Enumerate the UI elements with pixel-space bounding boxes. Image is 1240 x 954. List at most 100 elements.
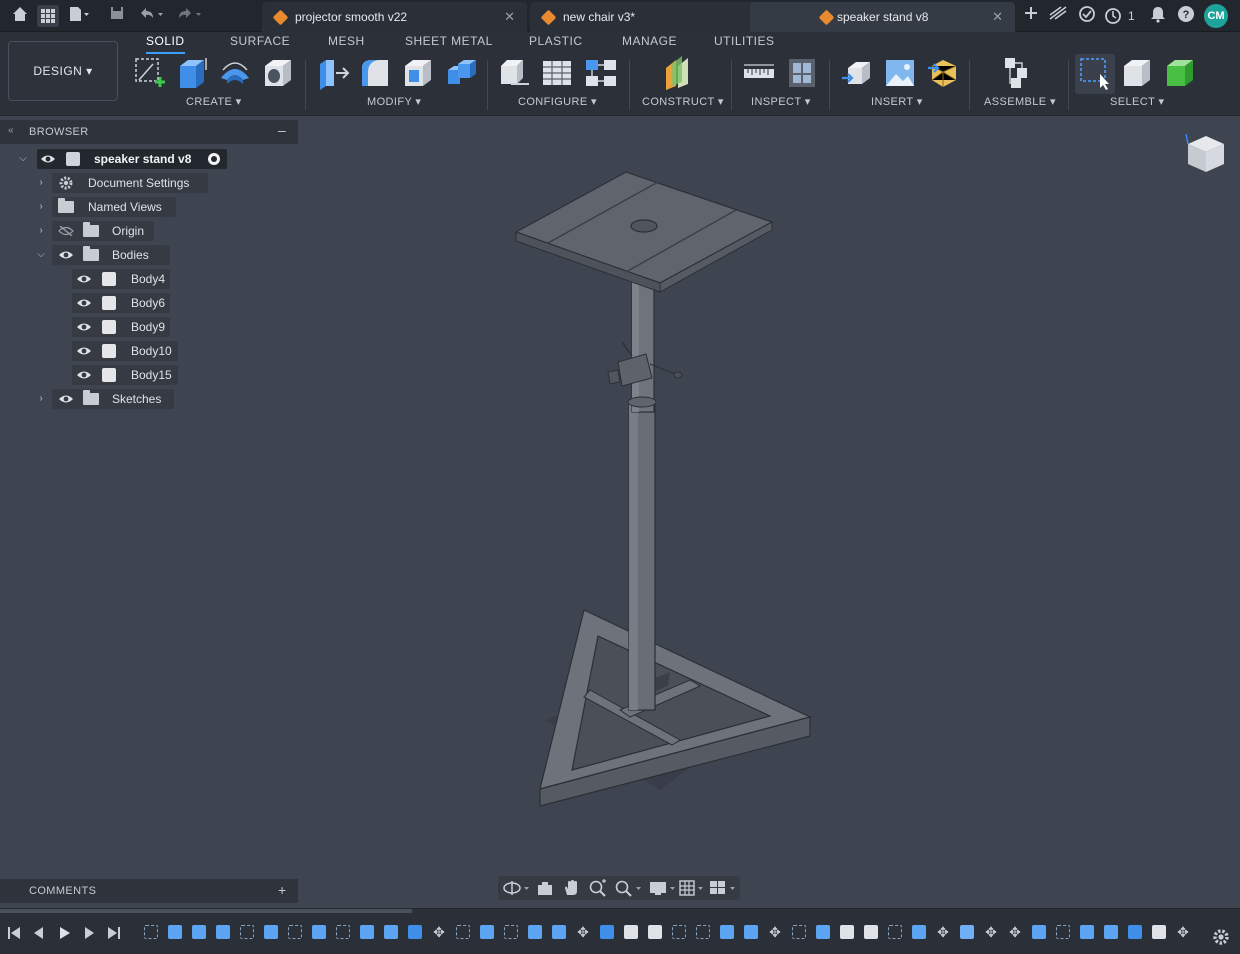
create-sketch-icon[interactable] — [133, 56, 167, 90]
file-menu-icon[interactable] — [68, 5, 90, 27]
timeline-extrude-feature-icon[interactable] — [1104, 925, 1118, 939]
collapse-panel-icon[interactable]: « — [8, 125, 14, 136]
timeline-move-feature-icon[interactable]: ✥ — [936, 925, 950, 939]
chevron-down-icon[interactable]: ⌵ — [16, 149, 30, 169]
timeline-extrude-feature-icon[interactable] — [816, 925, 830, 939]
zoom-icon[interactable] — [588, 879, 608, 897]
timeline-extrude-feature-icon[interactable] — [1080, 925, 1094, 939]
timeline-sketch-feature-icon[interactable] — [456, 925, 470, 939]
user-avatar[interactable]: CM — [1204, 4, 1228, 28]
chevron-down-icon[interactable]: ⌵ — [34, 245, 48, 265]
configure-design-icon[interactable] — [497, 56, 531, 90]
timeline-fillet-feature-icon[interactable] — [864, 925, 878, 939]
timeline-combine-feature-icon[interactable] — [1128, 925, 1142, 939]
chevron-right-icon[interactable]: › — [34, 173, 48, 193]
timeline-fillet-feature-icon[interactable] — [624, 925, 638, 939]
timeline-extrude-feature-icon[interactable] — [168, 925, 182, 939]
eye-visibility-icon[interactable] — [76, 274, 92, 284]
browser-item-body[interactable]: Body15 — [0, 365, 298, 385]
configuration-table-icon[interactable] — [540, 56, 574, 90]
insert-mesh-icon[interactable] — [926, 56, 960, 90]
close-icon[interactable]: ✕ — [504, 2, 515, 32]
zoom-window-icon[interactable] — [614, 879, 642, 897]
configure-rules-icon[interactable] — [584, 56, 618, 90]
pan-hand-icon[interactable] — [562, 879, 580, 897]
timeline-extrude-feature-icon[interactable] — [312, 925, 326, 939]
extrude-icon[interactable] — [176, 56, 210, 90]
select-face-icon[interactable] — [1163, 56, 1197, 90]
insert-menu[interactable]: INSERT ▾ — [871, 95, 923, 108]
tab-solid[interactable]: SOLID — [146, 34, 185, 54]
select-body-icon[interactable] — [1120, 56, 1154, 90]
timeline-sketch-feature-icon[interactable] — [240, 925, 254, 939]
eye-visibility-icon[interactable] — [76, 346, 92, 356]
eye-visibility-icon[interactable] — [58, 394, 74, 404]
shell-icon[interactable] — [401, 56, 435, 90]
timeline-extrude-feature-icon[interactable] — [192, 925, 206, 939]
combine-icon[interactable] — [444, 56, 478, 90]
save-icon[interactable] — [106, 5, 128, 27]
revolve-icon[interactable] — [218, 56, 252, 90]
measure-icon[interactable] — [742, 56, 776, 90]
chevron-right-icon[interactable]: › — [34, 221, 48, 241]
inspect-menu[interactable]: INSPECT ▾ — [751, 95, 811, 108]
browser-item-body[interactable]: Body6 — [0, 293, 298, 313]
timeline-extrude-feature-icon[interactable] — [912, 925, 926, 939]
eye-visibility-icon[interactable] — [76, 370, 92, 380]
browser-item-origin[interactable]: › Origin — [0, 221, 298, 241]
workspace-switcher-button[interactable]: DESIGN ▾ — [8, 41, 118, 101]
assemble-menu[interactable]: ASSEMBLE ▾ — [984, 95, 1056, 108]
timeline-sketch-feature-icon[interactable] — [792, 925, 806, 939]
tab-surface[interactable]: SURFACE — [230, 34, 290, 54]
add-comment-button[interactable]: + — [278, 882, 287, 898]
notifications-bell-icon[interactable] — [1147, 5, 1169, 27]
step-forward-icon[interactable] — [81, 925, 97, 941]
configure-menu[interactable]: CONFIGURE ▾ — [518, 95, 597, 108]
browser-item-body[interactable]: Body4 — [0, 269, 298, 289]
display-settings-icon[interactable] — [648, 879, 678, 897]
offset-plane-icon[interactable] — [662, 56, 696, 90]
close-icon[interactable]: ✕ — [992, 2, 1003, 32]
tab-manage[interactable]: MANAGE — [622, 34, 677, 54]
browser-item-document-settings[interactable]: › Document Settings — [0, 173, 298, 193]
home-icon[interactable] — [9, 5, 31, 27]
insert-derive-icon[interactable] — [840, 56, 874, 90]
modify-menu[interactable]: MODIFY ▾ — [367, 95, 421, 108]
timeline-move-feature-icon[interactable]: ✥ — [576, 925, 590, 939]
eye-visibility-icon[interactable] — [76, 298, 92, 308]
browser-item-named-views[interactable]: › Named Views — [0, 197, 298, 217]
timeline-sketch-feature-icon[interactable] — [696, 925, 710, 939]
tab-mesh[interactable]: MESH — [328, 34, 365, 54]
timeline-move-feature-icon[interactable]: ✥ — [432, 925, 446, 939]
orbit-icon[interactable] — [502, 879, 530, 897]
browser-item-sketches[interactable]: › Sketches — [0, 389, 298, 409]
section-analysis-icon[interactable] — [785, 56, 819, 90]
timeline-move-feature-icon[interactable]: ✥ — [1008, 925, 1022, 939]
go-to-end-icon[interactable] — [106, 925, 122, 941]
browser-minimize-button[interactable]: – — [278, 122, 286, 138]
timeline-joint-feature-icon[interactable] — [1152, 925, 1166, 939]
step-back-icon[interactable] — [31, 925, 47, 941]
chevron-right-icon[interactable]: › — [34, 389, 48, 409]
construct-menu[interactable]: CONSTRUCT ▾ — [642, 95, 724, 108]
speaker-stand-pole[interactable] — [627, 281, 657, 711]
timeline-fillet-feature-icon[interactable] — [648, 925, 662, 939]
look-at-icon[interactable] — [536, 879, 554, 897]
timeline-extrude-feature-icon[interactable] — [528, 925, 542, 939]
eye-visibility-icon[interactable] — [76, 322, 92, 332]
new-tab-plus-icon[interactable] — [1020, 5, 1042, 27]
press-pull-icon[interactable] — [316, 56, 350, 90]
help-icon[interactable]: ? — [1175, 5, 1197, 27]
timeline-sketch-feature-icon[interactable] — [288, 925, 302, 939]
create-menu[interactable]: CREATE ▾ — [186, 95, 242, 108]
select-menu[interactable]: SELECT ▾ — [1110, 95, 1164, 108]
chevron-right-icon[interactable]: › — [34, 197, 48, 217]
browser-item-body[interactable]: Body9 — [0, 317, 298, 337]
tab-speaker-stand[interactable]: speaker stand v8 ✕ — [750, 2, 1015, 32]
timeline-extrude-feature-icon[interactable] — [1032, 925, 1046, 939]
timeline-extrude-feature-icon[interactable] — [384, 925, 398, 939]
play-icon[interactable] — [56, 925, 72, 941]
timeline-move-feature-icon[interactable]: ✥ — [1176, 925, 1190, 939]
go-to-start-icon[interactable] — [6, 925, 22, 941]
redo-icon[interactable] — [174, 5, 204, 27]
